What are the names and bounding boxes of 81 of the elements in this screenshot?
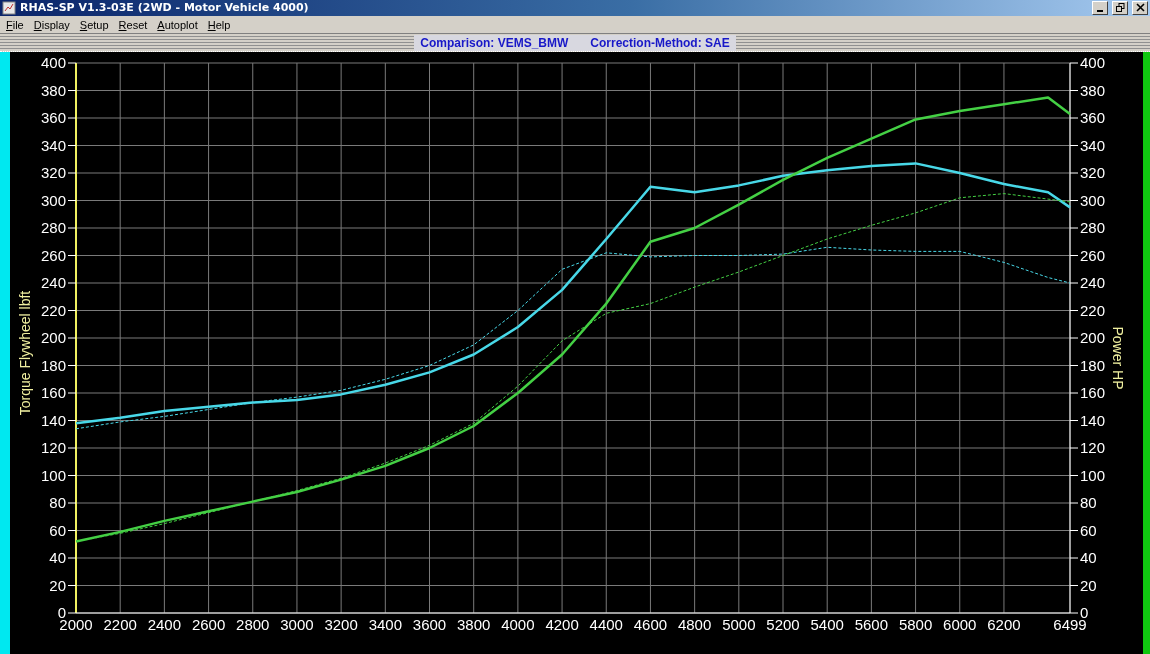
y2-tick-label: 240 <box>1080 274 1106 291</box>
y-tick-label: 220 <box>40 301 66 319</box>
y2-tick-label: 60 <box>1080 521 1097 539</box>
x-tick-label: 6200 <box>987 616 1021 633</box>
x-tick-label: 3600 <box>412 616 447 633</box>
x-tick-label: 5400 <box>810 616 844 633</box>
y2-axis-title: Power HP <box>1110 326 1126 390</box>
y-tick-label: 160 <box>40 384 66 401</box>
minimize-button[interactable] <box>1092 0 1108 15</box>
y2-tick-label: 200 <box>1080 329 1106 346</box>
menu-item[interactable]: Reset <box>113 18 153 31</box>
y-tick-label: 180 <box>40 356 66 374</box>
y-tick-label: 280 <box>40 219 66 236</box>
y-tick-label: 360 <box>40 109 66 126</box>
menu-item[interactable]: Display <box>28 18 75 31</box>
x-tick-label: 5800 <box>898 616 933 633</box>
y2-tick-label: 220 <box>1080 301 1106 319</box>
menu-item[interactable]: Autoplot <box>152 18 203 31</box>
y2-tick-label: 120 <box>1080 439 1106 456</box>
y-tick-label: 80 <box>49 494 66 511</box>
y-tick-label: 200 <box>40 329 66 346</box>
x-tick-label: 3400 <box>368 616 402 633</box>
y2-tick-label: 400 <box>1080 54 1106 71</box>
y2-tick-label: 80 <box>1080 494 1097 511</box>
correction-method-label: Correction-Method: SAE <box>590 35 730 50</box>
menu-item[interactable]: File <box>1 18 29 31</box>
x-tick-label: 6000 <box>943 616 977 633</box>
y-tick-label: 0 <box>57 604 66 621</box>
y-tick-label: 60 <box>49 521 66 539</box>
x-tick-label: 4600 <box>633 616 668 633</box>
x-tick-label: 3000 <box>280 616 314 633</box>
y-tick-label: 380 <box>40 81 66 99</box>
x-tick-label: 2800 <box>236 616 270 633</box>
y-tick-label: 40 <box>49 549 66 566</box>
y2-tick-label: 340 <box>1080 136 1106 154</box>
x-tick-label: 4400 <box>589 616 623 633</box>
y2-tick-label: 360 <box>1080 109 1106 126</box>
y-tick-label: 120 <box>40 439 66 456</box>
y-tick-label: 240 <box>40 274 66 291</box>
app-icon <box>2 0 16 15</box>
x-tick-label: 5600 <box>854 616 889 633</box>
y-tick-label: 400 <box>40 54 66 71</box>
y2-tick-label: 380 <box>1080 81 1106 99</box>
minimize-icon <box>1097 9 1103 12</box>
x-tick-label: 2600 <box>191 616 226 633</box>
x-tick-label: 3800 <box>457 616 491 633</box>
close-button[interactable] <box>1132 0 1148 15</box>
x-tick-label: 4200 <box>545 616 579 633</box>
x-tick-label: 3200 <box>324 616 358 633</box>
y-tick-label: 300 <box>40 191 66 209</box>
y-axis-title: Torque Flywheel lbft <box>17 290 33 416</box>
y-tick-label: 340 <box>40 136 66 154</box>
y2-tick-label: 40 <box>1080 549 1097 566</box>
y2-tick-label: 300 <box>1080 191 1106 209</box>
window-title: RHAS-SP V1.3-03E (2WD - Motor Vehicle 4000) <box>20 1 310 15</box>
y2-tick-label: 0 <box>1080 604 1089 621</box>
y-tick-label: 100 <box>40 466 66 484</box>
menu-item[interactable]: Help <box>202 18 236 31</box>
x-tick-label: 4800 <box>677 616 712 633</box>
y2-tick-label: 180 <box>1080 356 1106 374</box>
comparison-label: Comparison: VEMS_BMW <box>420 35 569 50</box>
y-tick-label: 140 <box>40 411 66 429</box>
y-tick-label: 320 <box>40 164 66 181</box>
close-icon <box>1135 3 1145 13</box>
x-tick-label: 5000 <box>722 616 756 633</box>
y-tick-label: 260 <box>40 246 66 264</box>
x-tick-label: 2400 <box>147 616 182 633</box>
y2-tick-label: 160 <box>1080 384 1106 401</box>
y2-tick-label: 320 <box>1080 164 1106 181</box>
x-tick-label: 2200 <box>103 616 137 633</box>
y2-tick-label: 20 <box>1080 576 1097 594</box>
y2-tick-label: 280 <box>1080 219 1106 236</box>
restore-button[interactable] <box>1112 0 1128 15</box>
y2-tick-label: 260 <box>1080 246 1106 264</box>
y2-tick-label: 100 <box>1080 466 1106 484</box>
menu-item[interactable]: Setup <box>74 18 114 31</box>
y2-tick-label: 140 <box>1080 411 1106 429</box>
x-tick-label: 5200 <box>766 616 800 633</box>
y-tick-label: 20 <box>49 576 66 594</box>
x-tick-label: 4000 <box>501 616 535 633</box>
restore-icon <box>1115 3 1125 13</box>
